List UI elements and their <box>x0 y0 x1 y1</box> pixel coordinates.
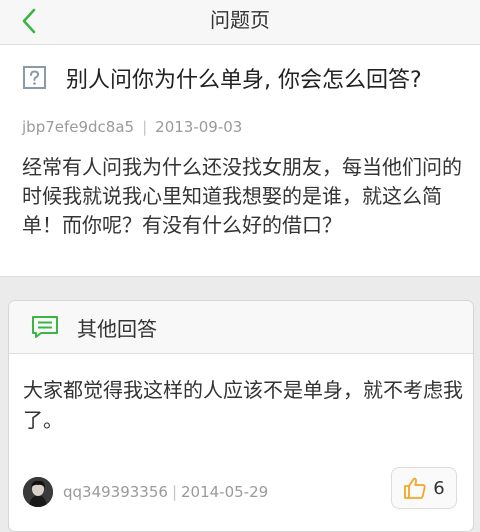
answers-section: 其他回答 大家都觉得我这样的人应该不是单身，就不考虑我了。 qq34939335… <box>8 300 474 532</box>
answer-meta: qq349393356 | 2014-05-29 <box>63 483 268 501</box>
avatar-image <box>23 477 53 507</box>
question-icon <box>23 66 46 89</box>
question-meta: jbp7efe9dc8a5 | 2013-09-03 <box>22 118 242 136</box>
like-button[interactable]: 6 <box>391 467 457 509</box>
question-body: 经常有人问我为什么还没找女朋友，每当他们问的时候我就说我心里知道我想娶的是谁，就… <box>22 155 462 237</box>
thumbs-up-icon <box>404 477 426 499</box>
answers-heading: 其他回答 <box>77 316 157 341</box>
answers-header: 其他回答 <box>9 301 473 354</box>
answer-body: 大家都觉得我这样的人应该不是单身，就不考虑我了。 <box>23 378 463 432</box>
meta-separator: | <box>142 118 148 136</box>
like-count: 6 <box>433 477 445 499</box>
answer-date: 2014-05-29 <box>181 483 269 501</box>
question-author[interactable]: jbp7efe9dc8a5 <box>22 118 134 136</box>
page-title: 问题页 <box>210 8 270 32</box>
answer-author[interactable]: qq349393356 <box>63 483 168 501</box>
chat-bubble-icon <box>32 316 58 338</box>
question-date: 2013-09-03 <box>155 118 243 136</box>
question-header: 别人问你为什么单身, 你会怎么回答? <box>22 63 470 93</box>
meta-separator: | <box>171 483 177 501</box>
avatar[interactable] <box>23 477 53 507</box>
answer-footer: qq349393356 | 2014-05-29 6 <box>23 467 461 513</box>
navigation-bar: 问题页 <box>0 0 480 45</box>
question-card: 别人问你为什么单身, 你会怎么回答? jbp7efe9dc8a5 | 2013-09… <box>0 45 480 277</box>
question-title: 别人问你为什么单身, 你会怎么回答? <box>66 68 422 93</box>
